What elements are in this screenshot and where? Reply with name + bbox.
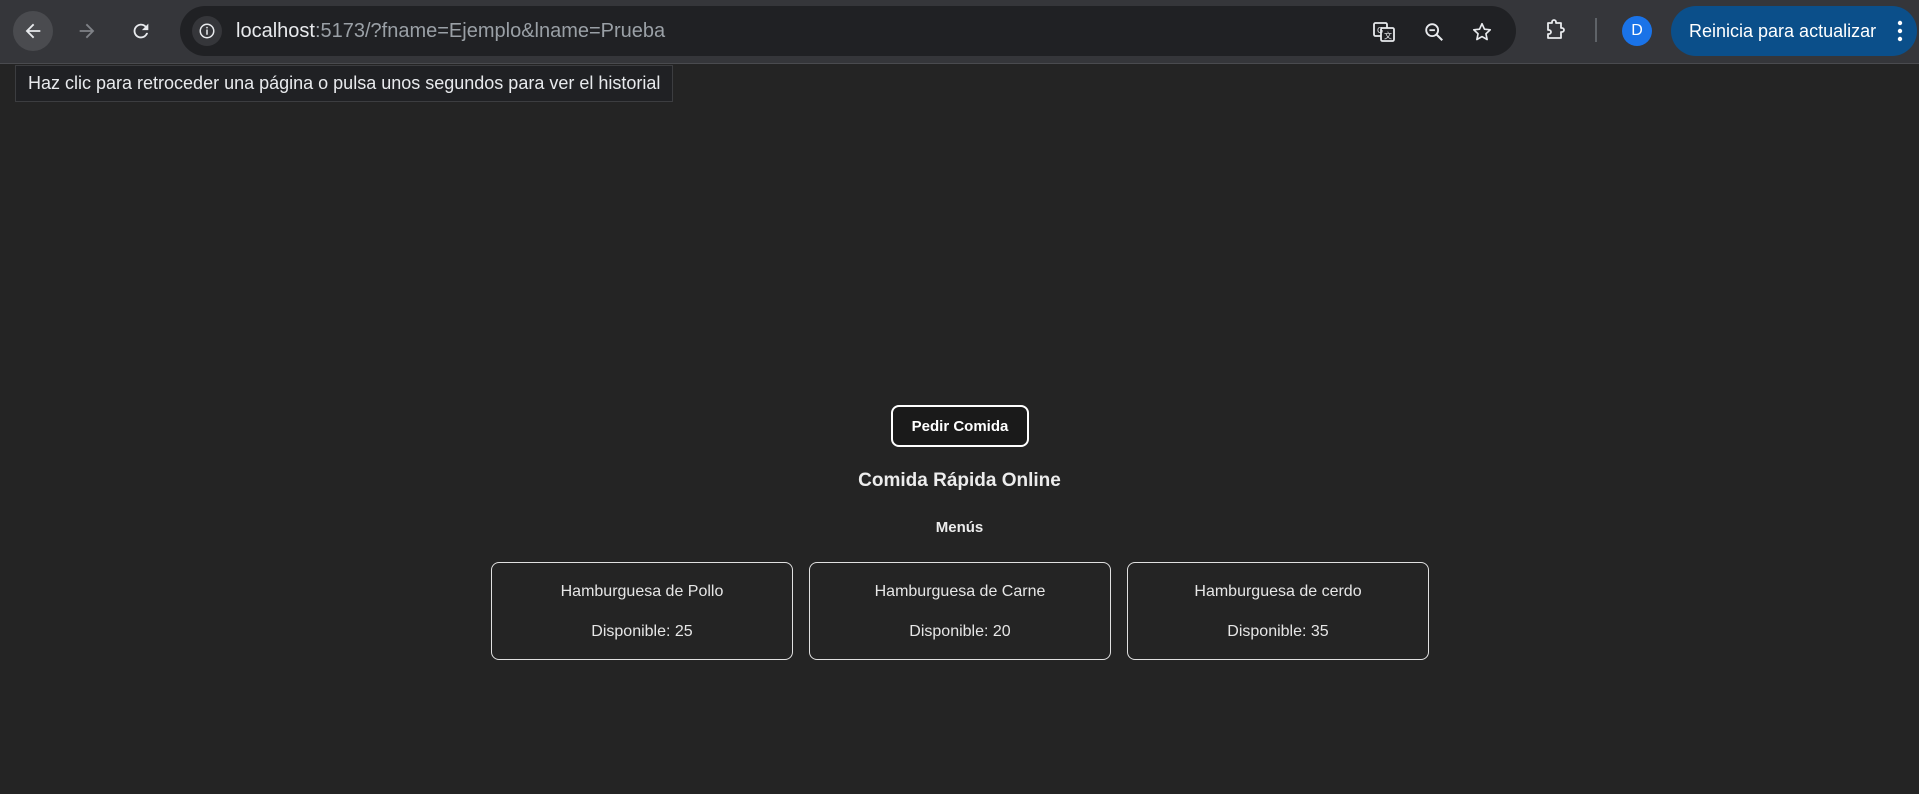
forward-arrow-icon (79, 23, 95, 39)
menu-item-name: Hamburguesa de cerdo (1194, 583, 1362, 600)
translate-button[interactable]: G文 (1370, 18, 1398, 46)
reload-icon (133, 23, 149, 39)
menu-item-availability: Disponible: 20 (909, 623, 1011, 640)
more-vert-icon[interactable] (1897, 19, 1903, 43)
bookmark-button[interactable] (1468, 18, 1496, 46)
url-text[interactable]: localhost:5173/?fname=Ejemplo&lname=Prue… (236, 20, 665, 43)
profile-avatar[interactable]: D (1622, 16, 1652, 46)
zoom-icon (1425, 23, 1443, 41)
menu-item-name: Hamburguesa de Pollo (560, 583, 724, 600)
menu-item-name: Hamburguesa de Carne (874, 583, 1046, 600)
address-bar[interactable]: localhost:5173/?fname=Ejemplo&lname=Prue… (180, 6, 1516, 56)
forward-button[interactable] (67, 11, 107, 51)
browser-toolbar: localhost:5173/?fname=Ejemplo&lname=Prue… (0, 0, 1919, 64)
zoom-button[interactable] (1420, 18, 1448, 46)
svg-text:G: G (1377, 26, 1383, 35)
back-button[interactable] (13, 11, 53, 51)
url-path: :5173/?fname=Ejemplo&lname=Prueba (314, 20, 666, 42)
extensions-button[interactable] (1540, 15, 1570, 45)
translate-icon: G文 (1373, 22, 1395, 42)
menus-heading: Menús (935, 519, 984, 536)
page-title: Comida Rápida Online (858, 470, 1061, 491)
svg-text:文: 文 (1384, 31, 1392, 41)
order-food-button[interactable]: Pedir Comida (891, 405, 1029, 447)
extensions-icon (1547, 19, 1565, 39)
menu-item-availability: Disponible: 35 (1227, 623, 1329, 640)
toolbar-divider (1595, 18, 1597, 42)
menu-card: Hamburguesa de cerdo Disponible: 35 (1127, 562, 1429, 660)
app-page: Pedir Comida Comida Rápida Online Menús … (0, 64, 1919, 794)
site-info-button[interactable] (192, 16, 222, 46)
reload-button[interactable] (121, 11, 161, 51)
url-host: localhost (236, 20, 315, 42)
restart-to-update-label: Reinicia para actualizar (1689, 20, 1877, 41)
site-info-icon (199, 23, 215, 39)
menu-card: Hamburguesa de Pollo Disponible: 25 (491, 562, 793, 660)
menu-card: Hamburguesa de Carne Disponible: 20 (809, 562, 1111, 660)
back-arrow-icon (25, 23, 41, 39)
menu-item-availability: Disponible: 25 (591, 623, 693, 640)
bookmark-star-icon (1472, 22, 1492, 41)
restart-to-update-button[interactable]: Reinicia para actualizar (1671, 6, 1917, 56)
